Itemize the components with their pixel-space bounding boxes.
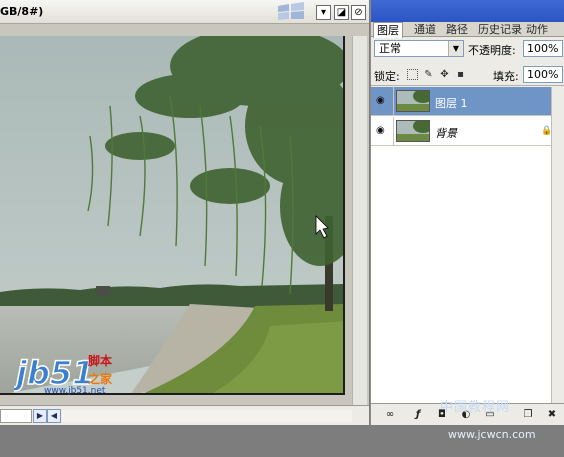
fill-label: 填充: <box>493 70 519 83</box>
lock-all-icon[interactable]: ▪ <box>455 69 466 80</box>
opacity-field[interactable]: 100% <box>523 40 563 57</box>
fx-icon[interactable]: ƒ <box>411 408 425 422</box>
close-button[interactable]: ⊘ <box>351 5 366 20</box>
blend-opacity-row: 正常 ▼ 不透明度: 100% <box>371 38 564 60</box>
trash-icon[interactable]: ✖ <box>545 408 559 422</box>
watermark-cn-bottom: 之家 <box>88 372 113 386</box>
tab-actions[interactable]: 动作 <box>523 22 551 37</box>
blend-mode-select[interactable]: 正常 ▼ <box>374 40 464 57</box>
vertical-scrollbar[interactable] <box>352 36 367 405</box>
watermark-url: www.jb51.net <box>44 386 106 396</box>
scroll-track[interactable] <box>62 410 352 422</box>
photo-image <box>0 36 343 393</box>
layer-row-background[interactable]: ◉ 背景 🔒 <box>371 117 552 146</box>
lock-pixels-icon[interactable]: ✎ <box>423 69 434 80</box>
horizontal-scrollbar[interactable]: ▶ ◀ <box>0 405 369 425</box>
restore-button[interactable]: ◪ <box>334 5 349 20</box>
minimize-button[interactable]: ▾ <box>316 5 331 20</box>
tab-channels[interactable]: 通道 <box>411 22 439 37</box>
document-title: GB/8#) <box>0 5 44 18</box>
layer-name: 图层 1 <box>435 97 468 110</box>
palette-titlebar[interactable] <box>371 0 564 22</box>
scroll-left-button[interactable]: ◀ <box>47 409 61 423</box>
site-watermark-url: www.jcwcn.com <box>448 428 536 441</box>
tab-history[interactable]: 历史记录 <box>475 22 525 37</box>
jb51-watermark-logo: jb51 脚本 之家 www.jb51.net <box>10 350 124 398</box>
eye-icon: ◉ <box>376 125 385 136</box>
lock-transparency-icon[interactable] <box>407 69 418 80</box>
visibility-toggle[interactable]: ◉ <box>371 117 394 146</box>
windows-logo-icon <box>278 2 304 20</box>
layers-palette: 图层 通道 路径 历史记录 动作 正常 ▼ 不透明度: 100% 锁定: ✎ ✥… <box>370 0 564 425</box>
lake-willow-photo[interactable] <box>0 36 345 395</box>
blend-mode-value: 正常 <box>379 42 401 55</box>
layers-scrollbar[interactable] <box>551 87 564 403</box>
layer-thumbnail <box>396 90 430 112</box>
tab-paths[interactable]: 路径 <box>443 22 471 37</box>
lock-fill-row: 锁定: ✎ ✥ ▪ 填充: 100% <box>371 64 564 86</box>
link-layers-icon[interactable]: ∞ <box>383 408 397 422</box>
visibility-toggle[interactable]: ◉ <box>371 87 394 116</box>
layer-name: 背景 <box>435 127 457 140</box>
status-field <box>0 409 32 423</box>
layer-thumbnail <box>396 120 430 142</box>
photoshop-workspace: GB/8#) ▾ ◪ ⊘ ▶ ◀ jb51 脚本 之家 www.jb51.net… <box>0 0 564 457</box>
watermark-cn-top: 脚本 <box>88 354 113 368</box>
canvas-area[interactable] <box>0 24 369 405</box>
document-window: GB/8#) ▾ ◪ ⊘ ▶ ◀ jb51 脚本 之家 www.jb51.net <box>0 0 369 425</box>
layers-list: ◉ 图层 1 ◉ 背景 🔒 <box>371 87 552 403</box>
chevron-down-icon[interactable]: ▼ <box>448 41 463 56</box>
fill-field[interactable]: 100% <box>523 66 563 83</box>
status-menu-arrow-icon[interactable]: ▶ <box>33 409 47 423</box>
document-titlebar[interactable]: GB/8#) ▾ ◪ ⊘ <box>0 0 369 24</box>
lock-position-icon[interactable]: ✥ <box>439 69 450 80</box>
tab-layers[interactable]: 图层 <box>373 22 403 38</box>
opacity-label: 不透明度: <box>468 44 516 57</box>
palette-tabs: 图层 通道 路径 历史记录 动作 <box>371 22 564 38</box>
lock-label: 锁定: <box>374 70 400 83</box>
eye-icon: ◉ <box>376 95 385 106</box>
site-watermark-title: 中国教程网 <box>440 400 511 415</box>
new-layer-icon[interactable]: ❐ <box>521 408 535 422</box>
layer-row-1[interactable]: ◉ 图层 1 <box>371 87 551 116</box>
